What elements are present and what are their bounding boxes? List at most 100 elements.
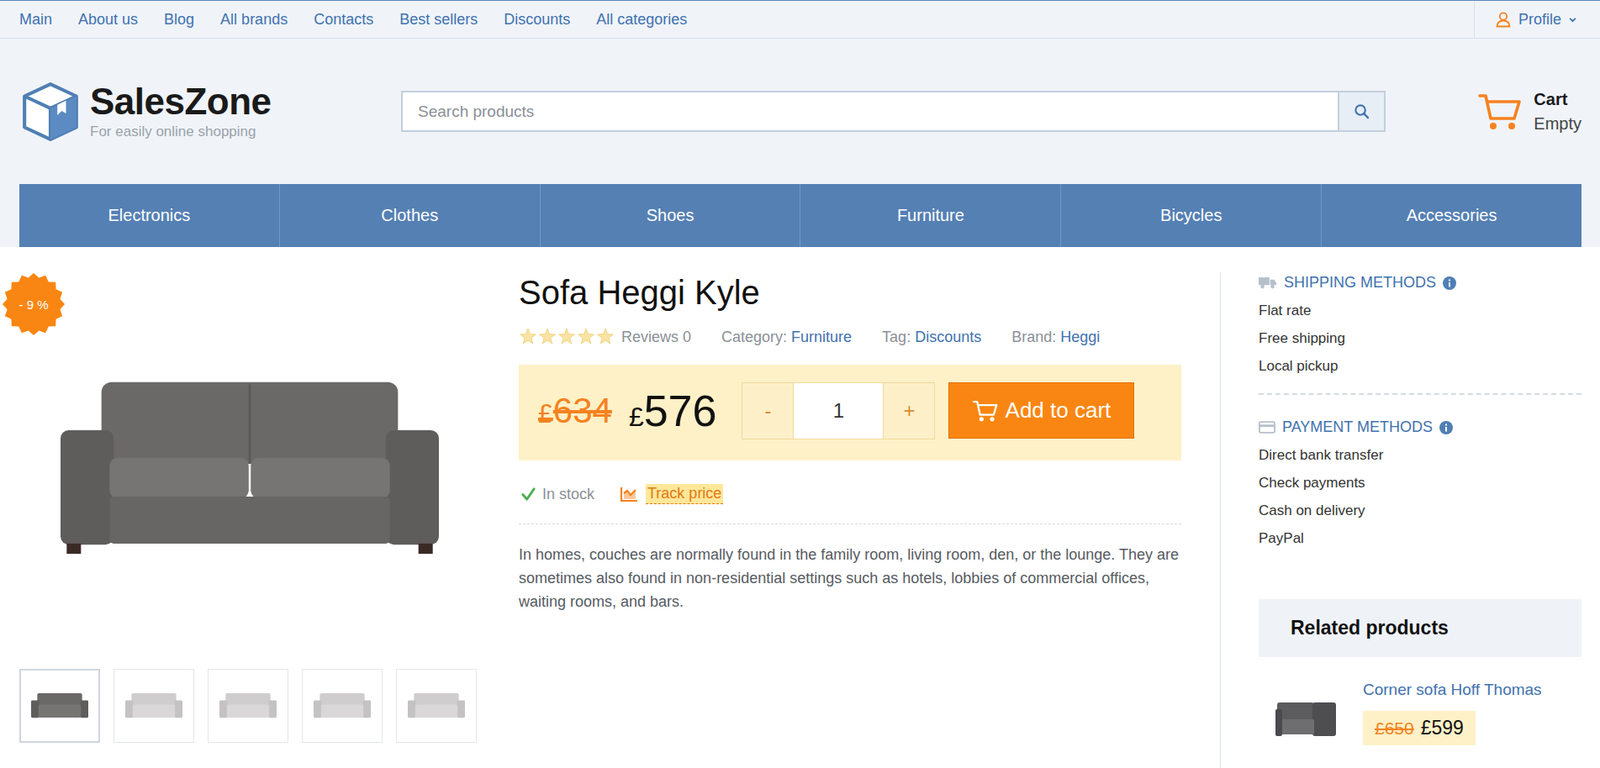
search-button[interactable] — [1337, 90, 1386, 133]
increment-button[interactable]: + — [883, 383, 935, 439]
gallery: - 9 % — [19, 272, 481, 744]
payment-heading: PAYMENT METHODS — [1258, 418, 1582, 437]
thumbnail[interactable] — [207, 669, 289, 744]
sofa-thumbnail-picture — [125, 691, 183, 721]
category-item[interactable]: Accessories — [1320, 184, 1582, 248]
stock-row: In stock Track price — [518, 460, 1182, 525]
cart-icon — [972, 399, 999, 423]
chart-icon — [619, 485, 639, 503]
cube-logo-icon — [19, 80, 82, 143]
decrement-button[interactable]: - — [742, 383, 793, 439]
category-item[interactable]: Shoes — [539, 184, 801, 248]
rating-stars[interactable] — [518, 327, 615, 347]
logo-text: SalesZoneFor easily online shopping — [89, 82, 272, 140]
shipping-method: Local pickup — [1258, 358, 1582, 375]
category-item[interactable]: Clothes — [279, 184, 540, 248]
masthead: Main About us Blog All brands Contacts Best s… — [0, 0, 1600, 248]
product-title: Sofa Heggi Kyle — [518, 272, 1182, 313]
related-info: Corner sofa Hoff Thomas £650£599 — [1362, 681, 1542, 746]
sofa-thumbnail-picture — [31, 691, 89, 721]
thumbnail[interactable] — [396, 669, 477, 744]
corner-sofa-picture — [1273, 692, 1342, 744]
related-product[interactable]: Corner sofa Hoff Thomas £650£599 — [1258, 681, 1582, 746]
stock-status: In stock — [520, 485, 595, 504]
user-icon — [1494, 10, 1512, 28]
quantity-input[interactable]: 1 — [792, 383, 884, 439]
category-item[interactable]: Bicycles — [1060, 184, 1321, 248]
sofa-thumbnail-picture — [407, 691, 465, 721]
top-nav-link[interactable]: Discounts — [503, 10, 571, 29]
chevron-down-icon — [1568, 15, 1578, 25]
related-name[interactable]: Corner sofa Hoff Thomas — [1362, 681, 1542, 700]
card-icon — [1258, 421, 1276, 434]
discount-badge: - 9 % — [1, 272, 66, 337]
reviews-count[interactable]: Reviews 0 — [621, 328, 692, 347]
top-nav-link[interactable]: All categories — [596, 10, 687, 29]
category-item[interactable]: Furniture — [799, 184, 1061, 248]
top-nav-link[interactable]: Main — [19, 10, 53, 29]
shipping-method: Free shipping — [1258, 330, 1582, 348]
add-to-cart-button[interactable]: Add to cart — [948, 382, 1135, 439]
top-nav-link[interactable]: Contacts — [313, 10, 374, 29]
top-nav-link[interactable]: About us — [78, 10, 138, 29]
shipping-methods: SHIPPING METHODSFlat rateFree shippingLo… — [1258, 274, 1582, 379]
sofa-picture — [60, 374, 439, 559]
logo-tagline: For easily online shopping — [89, 123, 272, 141]
thumbnail-strip — [19, 669, 481, 744]
payment-title: PAYMENT METHODS — [1282, 418, 1433, 437]
star-icon — [538, 327, 557, 347]
shipping-title: SHIPPING METHODS — [1283, 274, 1437, 292]
top-nav: Main About us Blog All brands Contacts Best s… — [0, 0, 1474, 38]
price-box: £634£576-1+Add to cart — [518, 364, 1182, 461]
profile-label[interactable]: Profile — [1518, 10, 1562, 29]
star-icon — [576, 327, 596, 347]
logo-name: SalesZone — [89, 82, 272, 122]
related-heading: Related products — [1258, 599, 1582, 658]
cart-status: Empty — [1533, 114, 1582, 134]
check-icon — [520, 486, 537, 503]
category-link[interactable]: Furniture — [791, 328, 852, 346]
search-bar — [401, 90, 1386, 133]
top-nav-link[interactable]: Best sellers — [399, 10, 478, 29]
thumbnail[interactable] — [19, 669, 101, 744]
payment-methods: PAYMENT METHODSDirect bank transferCheck… — [1258, 418, 1582, 551]
details-column: Sofa Heggi Kyle Reviews 0 Category: Furnit… — [518, 272, 1221, 768]
logo[interactable]: SalesZoneFor easily online shopping — [19, 80, 402, 143]
add-to-cart-label: Add to cart — [1005, 397, 1112, 424]
info-icon[interactable] — [1439, 421, 1453, 435]
product-description: In homes, couches are normally found in … — [518, 543, 1182, 614]
tag-link[interactable]: Discounts — [914, 328, 982, 346]
thumbnail[interactable] — [113, 669, 195, 744]
star-icon — [557, 327, 576, 347]
info-icon[interactable] — [1442, 276, 1457, 291]
cart[interactable]: Cart Empty — [1385, 89, 1582, 134]
thumbnail[interactable] — [301, 669, 383, 744]
sofa-thumbnail-picture — [219, 691, 277, 721]
quantity-control: -1+ — [741, 382, 935, 440]
brand-link[interactable]: Heggi — [1060, 328, 1100, 346]
product-image[interactable]: - 9 % — [19, 272, 481, 660]
top-nav-link[interactable]: All brands — [220, 10, 288, 29]
track-price-label[interactable]: Track price — [645, 484, 724, 505]
badge-text: - 9 % — [1, 272, 66, 337]
payment-method: Direct bank transfer — [1258, 447, 1582, 465]
price: £576 — [628, 385, 718, 437]
related-price: £599 — [1420, 717, 1464, 740]
tag-meta: Tag: Discounts — [881, 328, 982, 347]
profile-menu[interactable]: Profile — [1473, 0, 1600, 38]
sidebar: SHIPPING METHODSFlat rateFree shippingLo… — [1258, 272, 1582, 746]
cart-title: Cart — [1533, 89, 1582, 110]
search-input[interactable] — [401, 90, 1338, 133]
shipping-heading: SHIPPING METHODS — [1258, 274, 1582, 292]
star-icon — [518, 327, 538, 347]
track-price[interactable]: Track price — [619, 484, 724, 505]
category-item[interactable]: Electronics — [19, 184, 280, 248]
category-nav: ElectronicsClothesShoesFurnitureBicycles… — [19, 184, 1582, 248]
top-nav-link[interactable]: Blog — [163, 10, 195, 29]
related-price-box: £650£599 — [1362, 711, 1476, 746]
top-bar: Main About us Blog All brands Contacts Best s… — [0, 0, 1600, 39]
category-meta: Category: Furniture — [721, 328, 852, 347]
search-icon — [1353, 103, 1370, 120]
cart-text: Cart Empty — [1533, 89, 1582, 134]
header: SalesZoneFor easily online shopping Cart E… — [0, 38, 1600, 185]
